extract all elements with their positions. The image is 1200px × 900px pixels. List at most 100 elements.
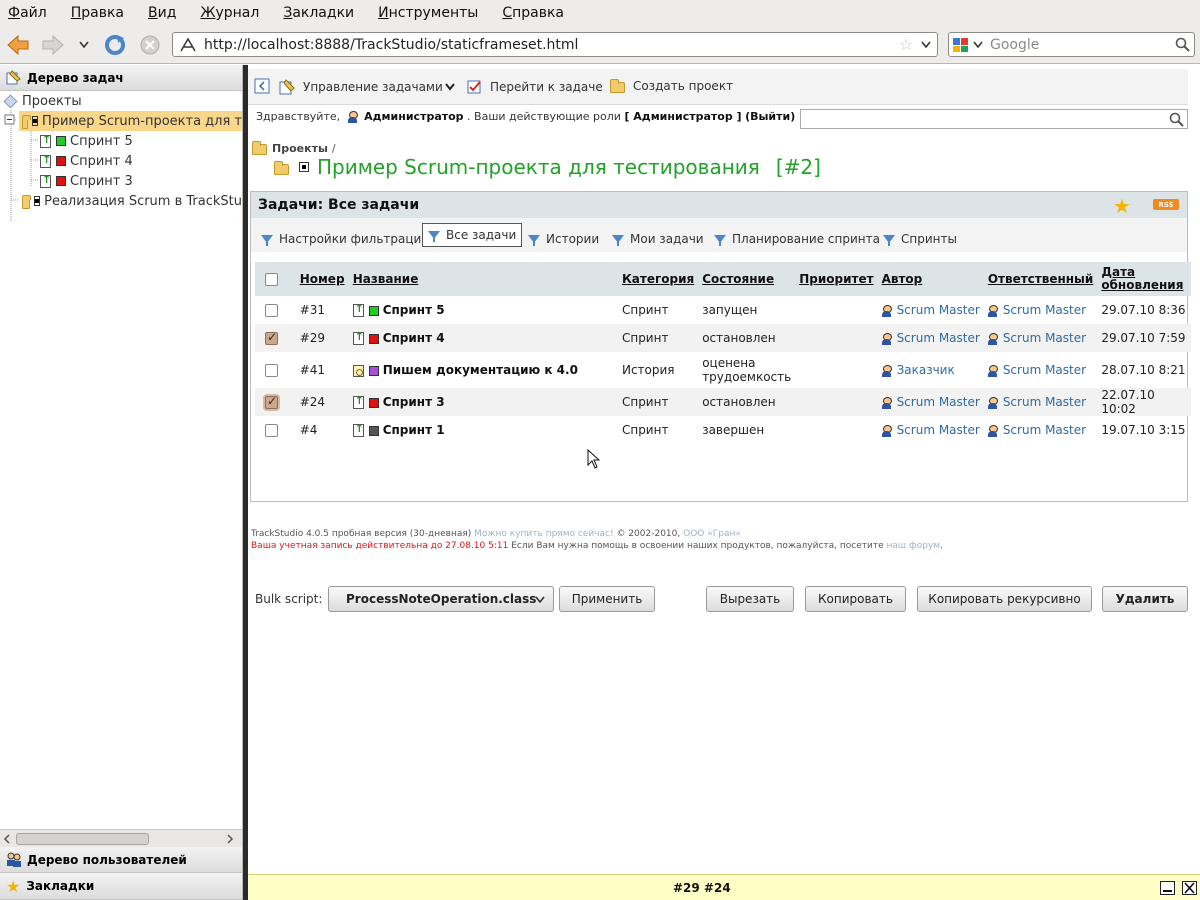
goto-task-button[interactable]: Перейти к задаче <box>467 79 603 94</box>
sprint-icon <box>352 422 364 437</box>
back-button[interactable] <box>5 32 31 58</box>
breadcrumb-projects-link[interactable]: Проекты <box>272 142 328 155</box>
manage-tasks-menu[interactable]: Управление задачами <box>279 79 455 95</box>
search-engine-selector[interactable] <box>952 36 986 54</box>
row-checkbox[interactable] <box>265 304 278 317</box>
task-tree-header[interactable]: Дерево задач <box>0 65 242 91</box>
row-checkbox[interactable] <box>265 424 278 437</box>
footer-forum-link[interactable]: наш форум <box>887 541 941 551</box>
menu-file[interactable]: Файл <box>4 5 51 21</box>
cut-button[interactable]: Вырезать <box>706 586 794 612</box>
column-category[interactable]: Категория <box>617 262 699 296</box>
column-priority[interactable]: Приоритет <box>795 262 878 296</box>
task-name-link[interactable]: Спринт 5 <box>383 303 445 317</box>
filter-all-tasks[interactable]: Все задачи <box>422 223 523 247</box>
task-author[interactable]: Scrum Master <box>881 331 980 345</box>
task-author[interactable]: Scrum Master <box>881 423 980 437</box>
magnifier-icon[interactable] <box>1169 112 1184 127</box>
delete-button[interactable]: Удалить <box>1102 586 1188 612</box>
tree-node-sprint-5[interactable]: Спринт 5 <box>40 131 133 151</box>
reload-button[interactable] <box>102 32 128 58</box>
scrollbar-thumb[interactable] <box>16 833 149 845</box>
task-name-link[interactable]: Спринт 1 <box>383 423 445 437</box>
close-button[interactable] <box>1182 881 1197 895</box>
task-name-link[interactable]: Спринт 4 <box>383 331 445 345</box>
app-toolbar: Управление задачами Перейти к задаче Соз… <box>248 69 1188 105</box>
bookmark-star-icon[interactable]: ☆ <box>899 35 913 54</box>
filter-sprints[interactable]: Спринты <box>878 227 962 251</box>
column-author[interactable]: Автор <box>877 262 984 296</box>
history-dropdown-button[interactable] <box>76 37 92 53</box>
menu-tools[interactable]: Инструменты <box>374 5 482 21</box>
menu-view[interactable]: Вид <box>144 5 180 21</box>
collapse-tree-button[interactable] <box>254 78 270 94</box>
column-updated[interactable]: Дата обновления <box>1097 262 1191 296</box>
task-priority <box>795 388 878 416</box>
create-project-button[interactable]: Создать проект <box>610 79 733 93</box>
filter-settings-button[interactable]: Настройки фильтрации <box>256 227 434 251</box>
task-responsible[interactable]: Scrum Master <box>987 395 1086 409</box>
logout-link[interactable]: (Выйти) <box>745 110 795 123</box>
menu-edit[interactable]: Правка <box>67 5 128 21</box>
task-author[interactable]: Заказчик <box>881 363 955 377</box>
task-responsible[interactable]: Scrum Master <box>987 363 1086 377</box>
task-name-link[interactable]: Пишем документацию к 4.0 <box>383 363 578 377</box>
favorite-star-icon[interactable]: ★ <box>1113 194 1131 218</box>
rss-icon[interactable]: RSS <box>1153 199 1179 210</box>
table-row[interactable]: #31 Спринт 5 Спринт запущен Scrum Master… <box>255 296 1191 324</box>
filter-my-tasks[interactable]: Мои задачи <box>607 227 709 251</box>
table-row[interactable]: #29 Спринт 4 Спринт остановлен Scrum Mas… <box>255 324 1191 352</box>
table-row[interactable]: #41 Пишем документацию к 4.0 История оце… <box>255 352 1191 388</box>
row-checkbox[interactable] <box>265 394 278 409</box>
table-row[interactable]: #24 Спринт 3 Спринт остановлен Scrum Mas… <box>255 388 1191 416</box>
bookmarks-header[interactable]: ★ Закладки <box>0 873 242 900</box>
filter-label: Мои задачи <box>630 232 704 246</box>
scroll-left-icon[interactable] <box>3 834 11 844</box>
task-author[interactable]: Scrum Master <box>881 303 980 317</box>
user-tree-header[interactable]: Дерево пользователей <box>0 847 242 873</box>
menu-history[interactable]: Журнал <box>196 5 263 21</box>
quick-search-input[interactable] <box>800 109 1188 129</box>
copy-recursive-button[interactable]: Копировать рекурсивно <box>917 586 1092 612</box>
scroll-right-icon[interactable] <box>226 834 234 844</box>
task-responsible[interactable]: Scrum Master <box>987 303 1086 317</box>
column-number[interactable]: Номер <box>295 262 349 296</box>
current-user-link[interactable]: Администратор <box>364 110 463 123</box>
task-category: Спринт <box>621 423 669 437</box>
task-responsible[interactable]: Scrum Master <box>987 423 1086 437</box>
select-all-checkbox[interactable] <box>265 273 278 286</box>
footer-company-link[interactable]: ООО «Гран» <box>683 529 741 539</box>
web-search-bar[interactable]: Google <box>948 32 1195 57</box>
url-bar[interactable]: http://localhost:8888/TrackStudio/static… <box>172 32 938 57</box>
task-author[interactable]: Scrum Master <box>881 395 980 409</box>
apply-button[interactable]: Применить <box>559 586 655 612</box>
footer-copyright: © 2002-2010, <box>616 529 681 539</box>
magnifier-icon[interactable] <box>1175 37 1190 52</box>
task-responsible[interactable]: Scrum Master <box>987 331 1086 345</box>
task-name-link[interactable]: Спринт 3 <box>383 395 445 409</box>
tree-node-sprint-4[interactable]: Спринт 4 <box>40 151 133 171</box>
filter-stories[interactable]: Истории <box>523 227 604 251</box>
tree-node-projects[interactable]: Проекты <box>3 91 82 111</box>
row-checkbox[interactable] <box>265 330 278 345</box>
copy-button[interactable]: Копировать <box>805 586 906 612</box>
column-responsible[interactable]: Ответственный <box>983 262 1098 296</box>
footer-buy-link[interactable]: Можно купить прямо сейчас! <box>474 529 613 539</box>
url-dropdown-icon[interactable] <box>921 41 931 49</box>
stop-button[interactable] <box>137 32 163 58</box>
tree-horizontal-scrollbar[interactable] <box>0 829 242 847</box>
column-name[interactable]: Название <box>348 262 618 296</box>
row-checkbox[interactable] <box>265 364 278 377</box>
folder-icon <box>22 194 32 209</box>
bulk-script-select[interactable]: ProcessNoteOperation.class <box>328 586 554 612</box>
column-state[interactable]: Состояние <box>698 262 796 296</box>
minimize-button[interactable] <box>1160 881 1175 895</box>
table-row[interactable]: #4 Спринт 1 Спринт завершен Scrum Master… <box>255 416 1191 444</box>
menu-bookmarks[interactable]: Закладки <box>279 5 358 21</box>
tree-node-scrum-implementation[interactable]: Реализация Scrum в TrackStu <box>19 191 242 211</box>
tree-node-scrum-example[interactable]: Пример Scrum-проекта для т <box>19 111 242 131</box>
menu-help[interactable]: Справка <box>498 5 568 21</box>
filter-sprint-planning[interactable]: Планирование спринта <box>709 227 885 251</box>
tree-node-sprint-3[interactable]: Спринт 3 <box>40 171 133 191</box>
forward-button[interactable] <box>40 32 66 58</box>
